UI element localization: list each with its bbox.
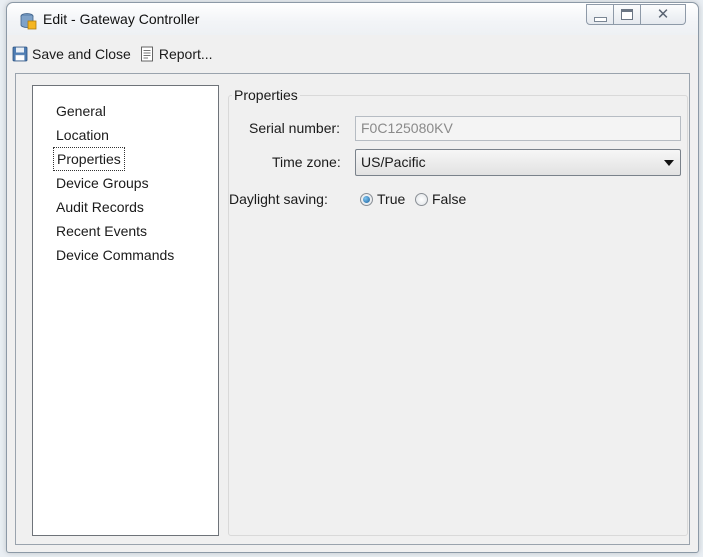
- toolbar: Save and Close Report...: [7, 36, 698, 71]
- properties-group-title: Properties: [232, 87, 300, 103]
- time-zone-label: Time zone:: [272, 154, 341, 170]
- nav-item-recent-events[interactable]: Recent Events: [53, 219, 150, 243]
- database-gateway-icon: [20, 13, 37, 30]
- close-button[interactable]: ✕: [641, 4, 686, 25]
- radio-true[interactable]: [360, 192, 373, 206]
- editor-content: General Location Properties Device Group…: [15, 73, 690, 545]
- serial-number-label: Serial number:: [249, 120, 341, 136]
- nav-item-device-groups[interactable]: Device Groups: [53, 171, 152, 195]
- maximize-icon: [621, 9, 633, 20]
- serial-number-field[interactable]: F0C125080KV: [355, 116, 681, 141]
- time-zone-select[interactable]: US/Pacific: [355, 149, 681, 176]
- daylight-saving-label: Daylight saving:: [229, 191, 328, 207]
- minimize-button[interactable]: [586, 4, 614, 25]
- save-and-close-label: Save and Close: [32, 45, 131, 62]
- title-bar[interactable]: Edit - Gateway Controller ✕: [7, 3, 698, 35]
- window-controls: ✕: [586, 4, 686, 26]
- report-label: Report...: [158, 45, 213, 62]
- daylight-false-option[interactable]: False: [415, 191, 466, 207]
- floppy-disk-icon: [12, 46, 28, 61]
- close-icon: ✕: [656, 5, 670, 23]
- dropdown-arrow-icon: [664, 160, 674, 166]
- report-button[interactable]: Report...: [139, 46, 213, 62]
- nav-item-device-commands[interactable]: Device Commands: [53, 243, 177, 267]
- time-zone-value: US/Pacific: [361, 154, 426, 170]
- save-and-close-button[interactable]: Save and Close: [12, 46, 131, 62]
- section-nav-list[interactable]: General Location Properties Device Group…: [32, 85, 219, 536]
- minimize-icon: [593, 16, 607, 22]
- nav-item-audit-records[interactable]: Audit Records: [53, 195, 147, 219]
- daylight-true-option[interactable]: True: [360, 191, 405, 207]
- radio-false-label: False: [432, 191, 467, 207]
- radio-false[interactable]: [415, 192, 428, 206]
- nav-item-properties[interactable]: Properties: [53, 147, 125, 171]
- maximize-button[interactable]: [614, 4, 641, 25]
- radio-true-label: True: [377, 191, 406, 207]
- report-icon: [140, 46, 153, 61]
- window-title: Edit - Gateway Controller: [43, 11, 200, 27]
- nav-item-general[interactable]: General: [53, 99, 109, 123]
- nav-item-location[interactable]: Location: [53, 123, 112, 147]
- edit-window: Edit - Gateway Controller ✕ Save and Clo…: [6, 2, 699, 553]
